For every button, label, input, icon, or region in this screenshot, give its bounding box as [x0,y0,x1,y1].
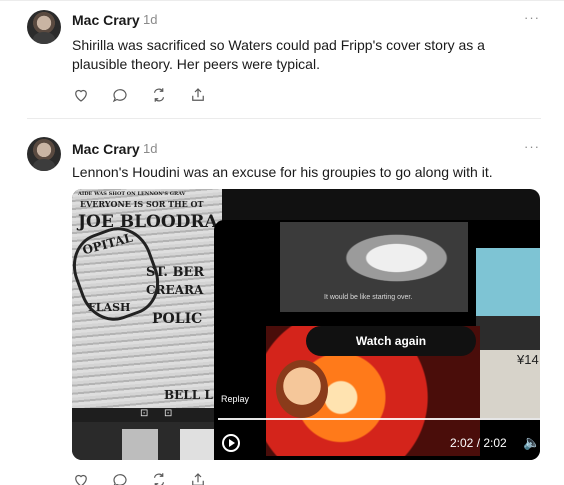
video-caption: It would be like starting over. [324,294,413,301]
avatar[interactable] [27,137,61,171]
clip-line: BELL L [164,388,213,402]
like-icon[interactable] [71,470,91,485]
repost-icon[interactable] [149,85,169,105]
clip-line: EVERYONE IS SOR THE OT [80,199,204,209]
share-icon[interactable] [188,470,208,485]
replay-icon[interactable] [222,434,240,452]
repost-icon[interactable] [149,470,169,485]
newspaper-clipping-image[interactable]: AIDE WAS SHOT ON LENNON'S GRAV EVERYONE … [72,189,222,408]
clip-line: POLIC [152,311,203,327]
watch-again-button[interactable]: Watch again [306,326,476,356]
comment-icon[interactable] [110,85,130,105]
post-text: Lennon's Houdini was an excuse for his g… [72,164,493,180]
post-actions [71,470,208,485]
post-actions [71,85,208,105]
share-icon[interactable] [188,85,208,105]
comment-icon[interactable] [110,470,130,485]
video-duration: 2:02 / 2:02 [450,436,507,450]
video-still-right [476,248,540,418]
timestamp: 1d [143,12,158,27]
replay-tooltip: Replay [221,394,250,404]
like-icon[interactable] [71,85,91,105]
alt-icon[interactable]: ⊡ [164,408,172,419]
more-icon[interactable]: ··· [524,139,540,154]
volume-icon[interactable]: 🔈 [523,434,540,451]
top-divider [0,0,564,1]
image-toolbar: ⊡ ⊡ [72,408,222,422]
author-name[interactable]: Mac Crary [72,12,140,28]
price-text: ¥14 [517,352,539,367]
post-text: Shirilla was sacrificed so Waters could … [72,37,485,72]
poster-face [276,360,328,418]
thumbnail[interactable] [122,429,158,460]
avatar[interactable] [27,10,61,44]
thumbnail-strip [72,422,222,460]
clip-line: AIDE WAS SHOT ON LENNON'S GRAV [78,191,186,197]
post-divider [27,118,541,119]
video-progress-bar[interactable] [218,418,540,420]
clip-line: JOE BLOODRA [78,212,218,232]
timestamp: 1d [143,141,158,156]
expand-icon[interactable]: ⊡ [140,408,148,419]
thumbnail[interactable] [180,429,216,460]
more-icon[interactable]: ··· [524,10,540,25]
author-name[interactable]: Mac Crary [72,141,140,157]
